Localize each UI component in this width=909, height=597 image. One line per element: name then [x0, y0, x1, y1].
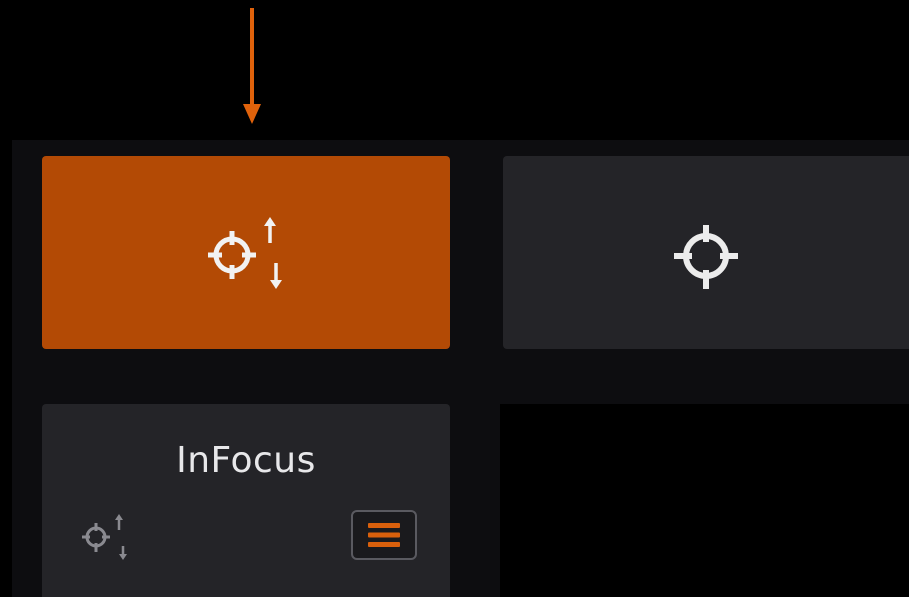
crosshair-with-up-down-arrows-icon — [208, 216, 282, 289]
focus-button[interactable] — [503, 156, 909, 349]
crosshair-icon — [674, 224, 738, 289]
app-name-label: InFocus — [176, 440, 316, 481]
empty-grid-cell — [500, 404, 909, 597]
crosshair-with-up-down-arrows-icon — [82, 514, 127, 560]
focus-adjust-button[interactable] — [42, 156, 450, 349]
screen: InFocus — [0, 0, 909, 597]
hamburger-menu-icon — [368, 523, 400, 547]
menu-button[interactable] — [351, 510, 417, 560]
app-tile[interactable]: InFocus — [42, 404, 450, 597]
down-arrow-icon — [243, 8, 261, 124]
